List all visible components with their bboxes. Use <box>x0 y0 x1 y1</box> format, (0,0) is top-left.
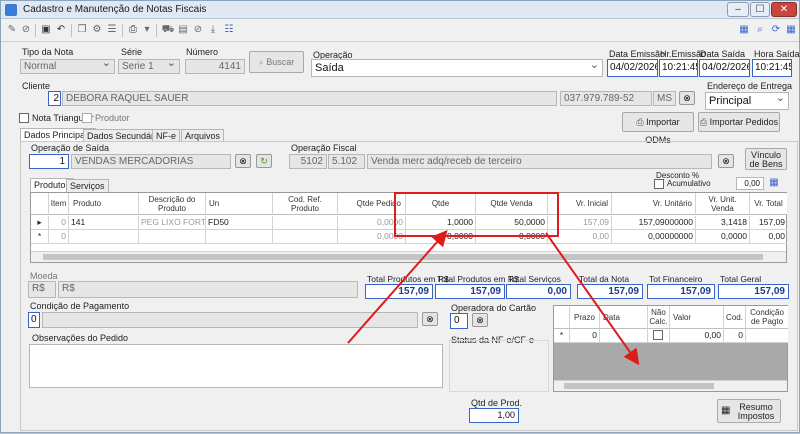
arrow-left <box>347 229 448 344</box>
arrow-right <box>545 232 640 366</box>
main-window: Cadastro e Manutenção de Notas Fiscais –… <box>0 0 800 433</box>
annotation-arrows <box>347 229 640 366</box>
